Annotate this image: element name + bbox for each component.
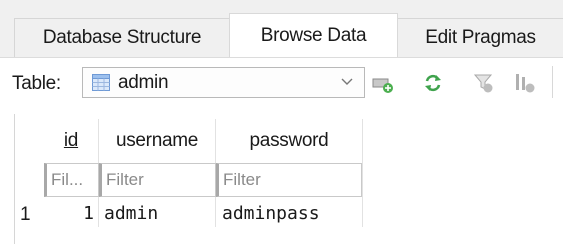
grid-left-border: [14, 114, 15, 244]
refresh-icon[interactable]: [422, 72, 444, 94]
filter-password-input[interactable]: Filter: [216, 163, 362, 197]
cell-password[interactable]: adminpass: [222, 203, 320, 224]
column-header-password[interactable]: password: [216, 114, 362, 168]
cell-id[interactable]: 1: [50, 203, 94, 224]
tab-database-structure[interactable]: Database Structure: [14, 18, 230, 57]
data-grid: id username password Fil... Filter Filte…: [0, 105, 563, 244]
tab-bar: Database Structure Browse Data Edit Prag…: [0, 0, 563, 57]
clear-filters-icon[interactable]: [473, 72, 495, 94]
table-icon: [92, 74, 110, 91]
cell-username[interactable]: admin: [104, 203, 158, 224]
filter-id-input[interactable]: Fil...: [44, 163, 99, 197]
table-label: Table:: [12, 73, 61, 94]
chevron-down-icon[interactable]: [340, 74, 354, 88]
tab-edit-pragmas[interactable]: Edit Pragmas: [397, 18, 563, 57]
column-header-id-label: id: [63, 130, 79, 151]
column-divider: [362, 119, 363, 227]
filter-username-input[interactable]: Filter: [99, 163, 216, 197]
selected-table-value: admin: [118, 71, 169, 93]
tab-browse-data[interactable]: Browse Data: [229, 13, 398, 57]
browse-toolbar: Table: admin: [0, 57, 563, 106]
column-header-id[interactable]: id: [44, 114, 98, 168]
new-record-icon[interactable]: [372, 72, 394, 94]
clear-sort-icon[interactable]: [514, 72, 536, 94]
toolbar-divider: [552, 66, 553, 98]
row-number[interactable]: 1: [20, 204, 31, 226]
table-select[interactable]: admin: [82, 67, 365, 98]
column-header-username[interactable]: username: [99, 114, 215, 168]
